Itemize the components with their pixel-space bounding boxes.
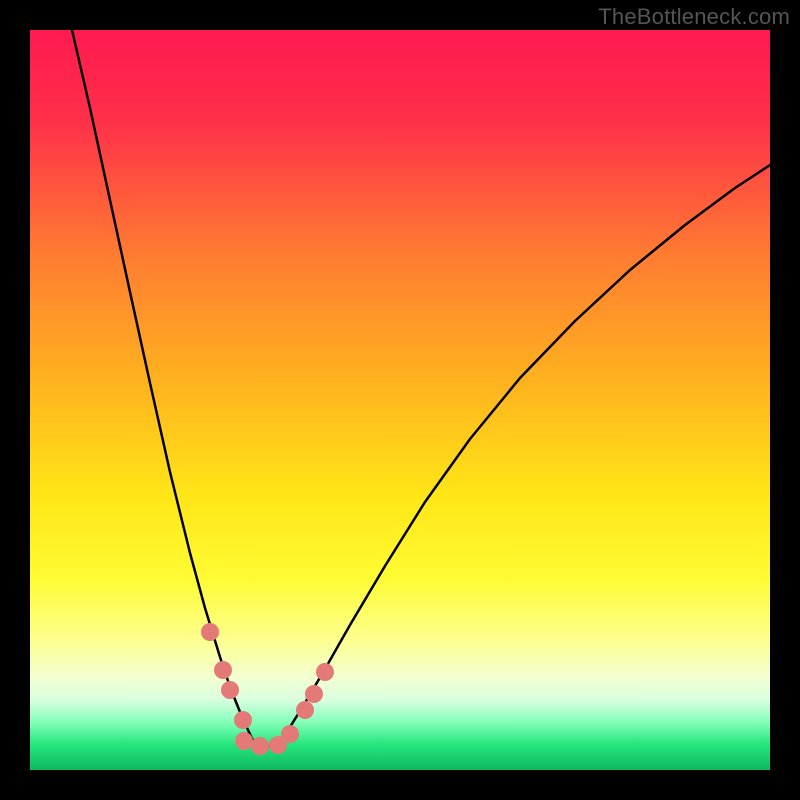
marker-dot — [281, 725, 299, 743]
curve-left-arm — [72, 30, 254, 743]
marker-dot — [201, 623, 219, 641]
marker-dot — [221, 681, 239, 699]
watermark-text: TheBottleneck.com — [598, 4, 790, 30]
marker-dot — [234, 711, 252, 729]
chart-frame: TheBottleneck.com — [0, 0, 800, 800]
marker-dot — [235, 732, 253, 750]
marker-dot — [251, 737, 269, 755]
marker-dot — [316, 663, 334, 681]
marker-dot — [214, 661, 232, 679]
marker-dot — [305, 685, 323, 703]
curves-layer — [30, 30, 770, 770]
plot-area — [30, 30, 770, 770]
curve-right-arm — [280, 165, 770, 743]
marker-dot — [296, 701, 314, 719]
